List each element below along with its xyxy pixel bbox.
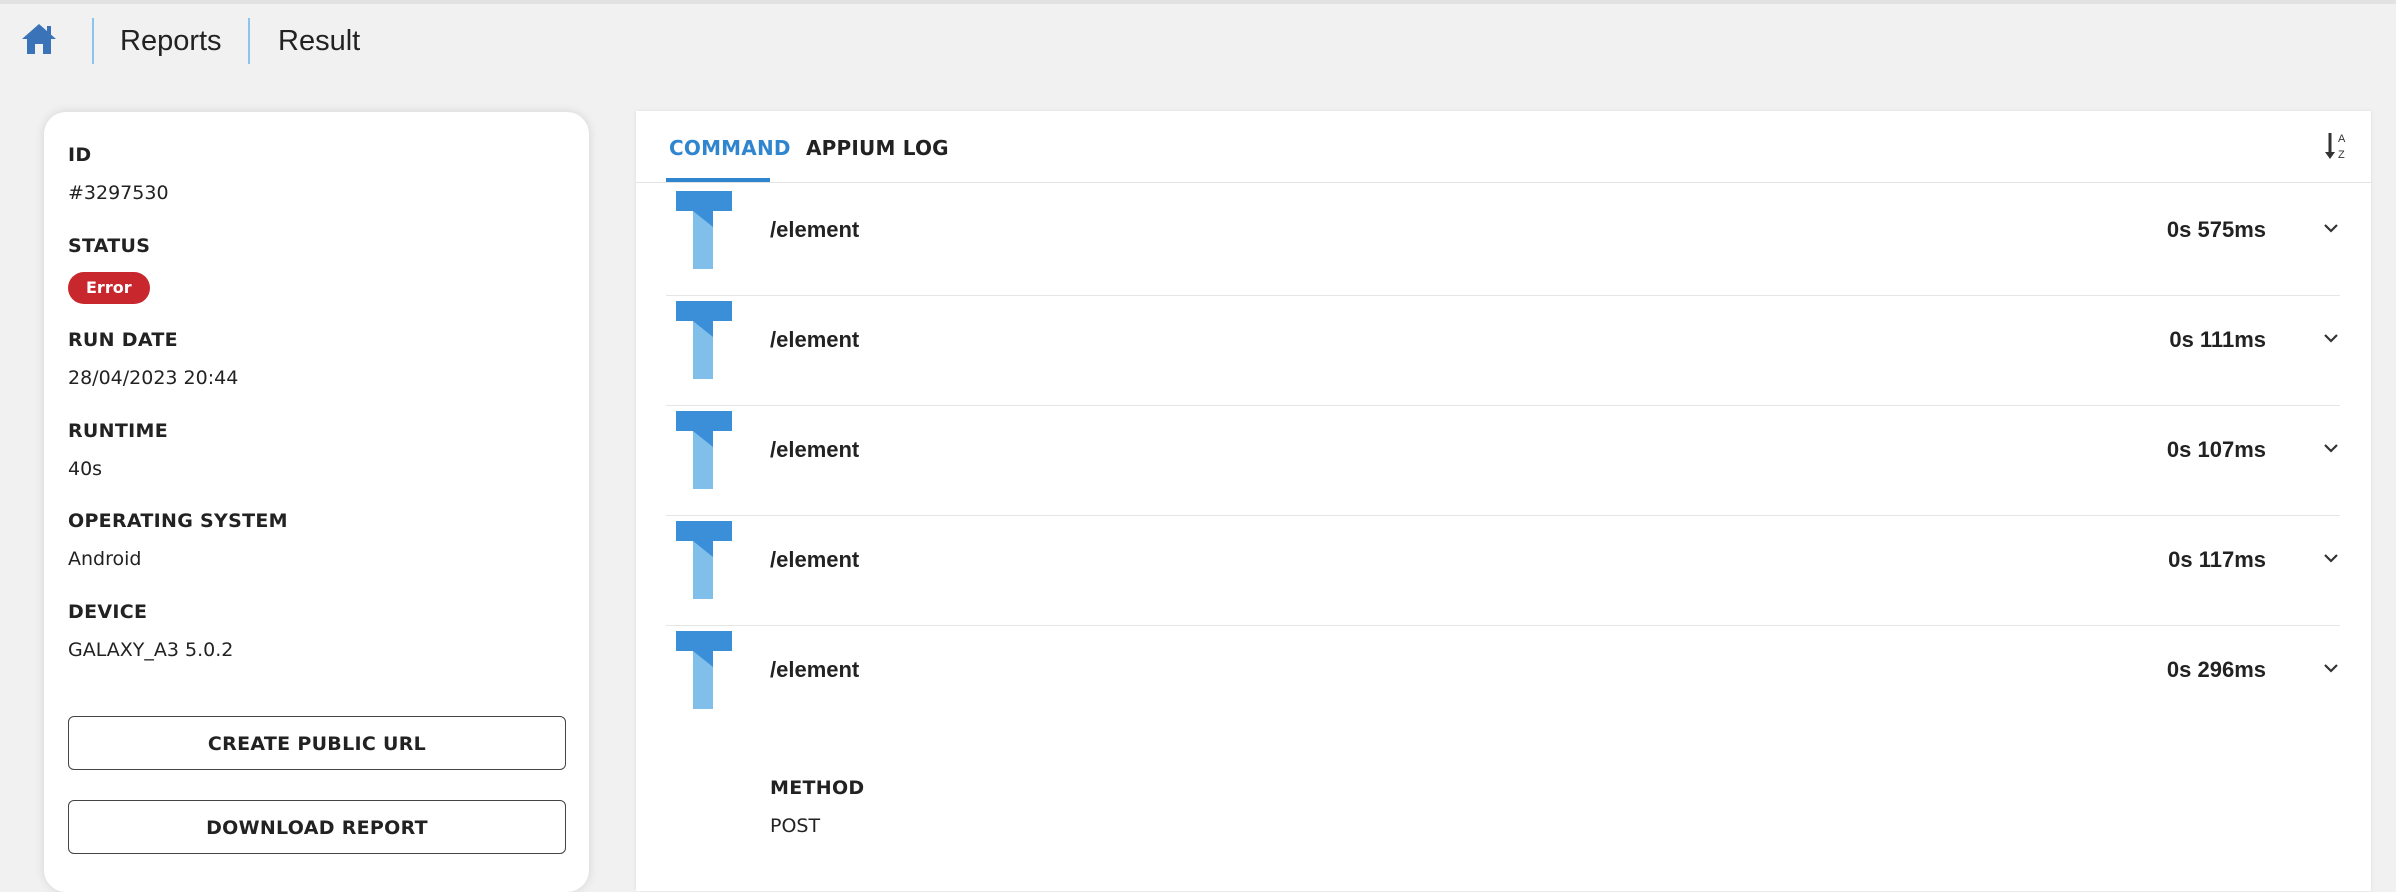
- svg-text:A: A: [2338, 133, 2346, 145]
- breadcrumb-separator: [248, 18, 250, 64]
- id-value: #3297530: [68, 182, 169, 204]
- command-path: /element: [770, 217, 860, 242]
- command-row[interactable]: /element 0s 575ms: [666, 185, 2340, 296]
- command-panel: COMMAND APPIUM LOG A Z /element 0s 575ms…: [636, 111, 2371, 891]
- breadcrumb-reports[interactable]: Reports: [120, 24, 222, 58]
- result-info-card: ID #3297530 STATUS Error RUN DATE 28/04/…: [44, 112, 589, 892]
- active-tab-indicator: [666, 178, 770, 182]
- chevron-down-icon[interactable]: [2322, 659, 2340, 677]
- breadcrumb-result: Result: [278, 25, 361, 57]
- status-label: STATUS: [68, 235, 151, 257]
- text-command-icon: [676, 411, 732, 489]
- tab-bar: COMMAND APPIUM LOG A Z: [636, 111, 2371, 183]
- run-date-label: RUN DATE: [68, 329, 178, 351]
- device-label: DEVICE: [68, 601, 148, 623]
- command-duration: 0s 111ms: [2169, 327, 2266, 352]
- status-badge: Error: [68, 272, 150, 304]
- id-label: ID: [68, 144, 92, 166]
- runtime-value: 40s: [68, 458, 103, 480]
- tab-command[interactable]: COMMAND: [669, 135, 791, 161]
- text-command-icon: [676, 521, 732, 599]
- chevron-down-icon[interactable]: [2322, 439, 2340, 457]
- svg-text:Z: Z: [2338, 149, 2345, 161]
- sort-alpha-icon[interactable]: A Z: [2324, 129, 2352, 163]
- chevron-down-icon[interactable]: [2322, 549, 2340, 567]
- breadcrumb-separator: [92, 18, 94, 64]
- command-row[interactable]: /element 0s 107ms: [666, 405, 2340, 516]
- command-path: /element: [770, 547, 860, 572]
- run-date-value: 28/04/2023 20:44: [68, 367, 239, 389]
- command-path: /element: [770, 657, 860, 682]
- text-command-icon: [676, 191, 732, 269]
- command-duration: 0s 117ms: [2168, 547, 2266, 572]
- breadcrumb: Reports Result: [0, 4, 2396, 72]
- command-path: /element: [770, 437, 860, 462]
- method-label: METHOD: [770, 777, 865, 799]
- chevron-down-icon[interactable]: [2322, 329, 2340, 347]
- command-path: /element: [770, 327, 860, 352]
- runtime-label: RUNTIME: [68, 420, 168, 442]
- command-row[interactable]: /element 0s 117ms: [666, 515, 2340, 626]
- create-public-url-button[interactable]: CREATE PUBLIC URL: [68, 716, 566, 770]
- method-value: POST: [770, 815, 821, 837]
- command-row-expanded[interactable]: /element 0s 296ms: [666, 625, 2340, 735]
- command-row[interactable]: /element 0s 111ms: [666, 295, 2340, 406]
- download-report-button[interactable]: DOWNLOAD REPORT: [68, 800, 566, 854]
- text-command-icon: [676, 301, 732, 379]
- tab-appium-log[interactable]: APPIUM LOG: [806, 135, 949, 161]
- device-value: GALAXY_A3 5.0.2: [68, 639, 234, 661]
- chevron-down-icon[interactable]: [2322, 219, 2340, 237]
- text-command-icon: [676, 631, 732, 709]
- home-icon[interactable]: [20, 22, 58, 56]
- command-duration: 0s 296ms: [2166, 657, 2266, 682]
- command-duration: 0s 107ms: [2166, 437, 2266, 462]
- os-label: OPERATING SYSTEM: [68, 510, 288, 532]
- os-value: Android: [68, 548, 142, 570]
- command-duration: 0s 575ms: [2166, 217, 2266, 242]
